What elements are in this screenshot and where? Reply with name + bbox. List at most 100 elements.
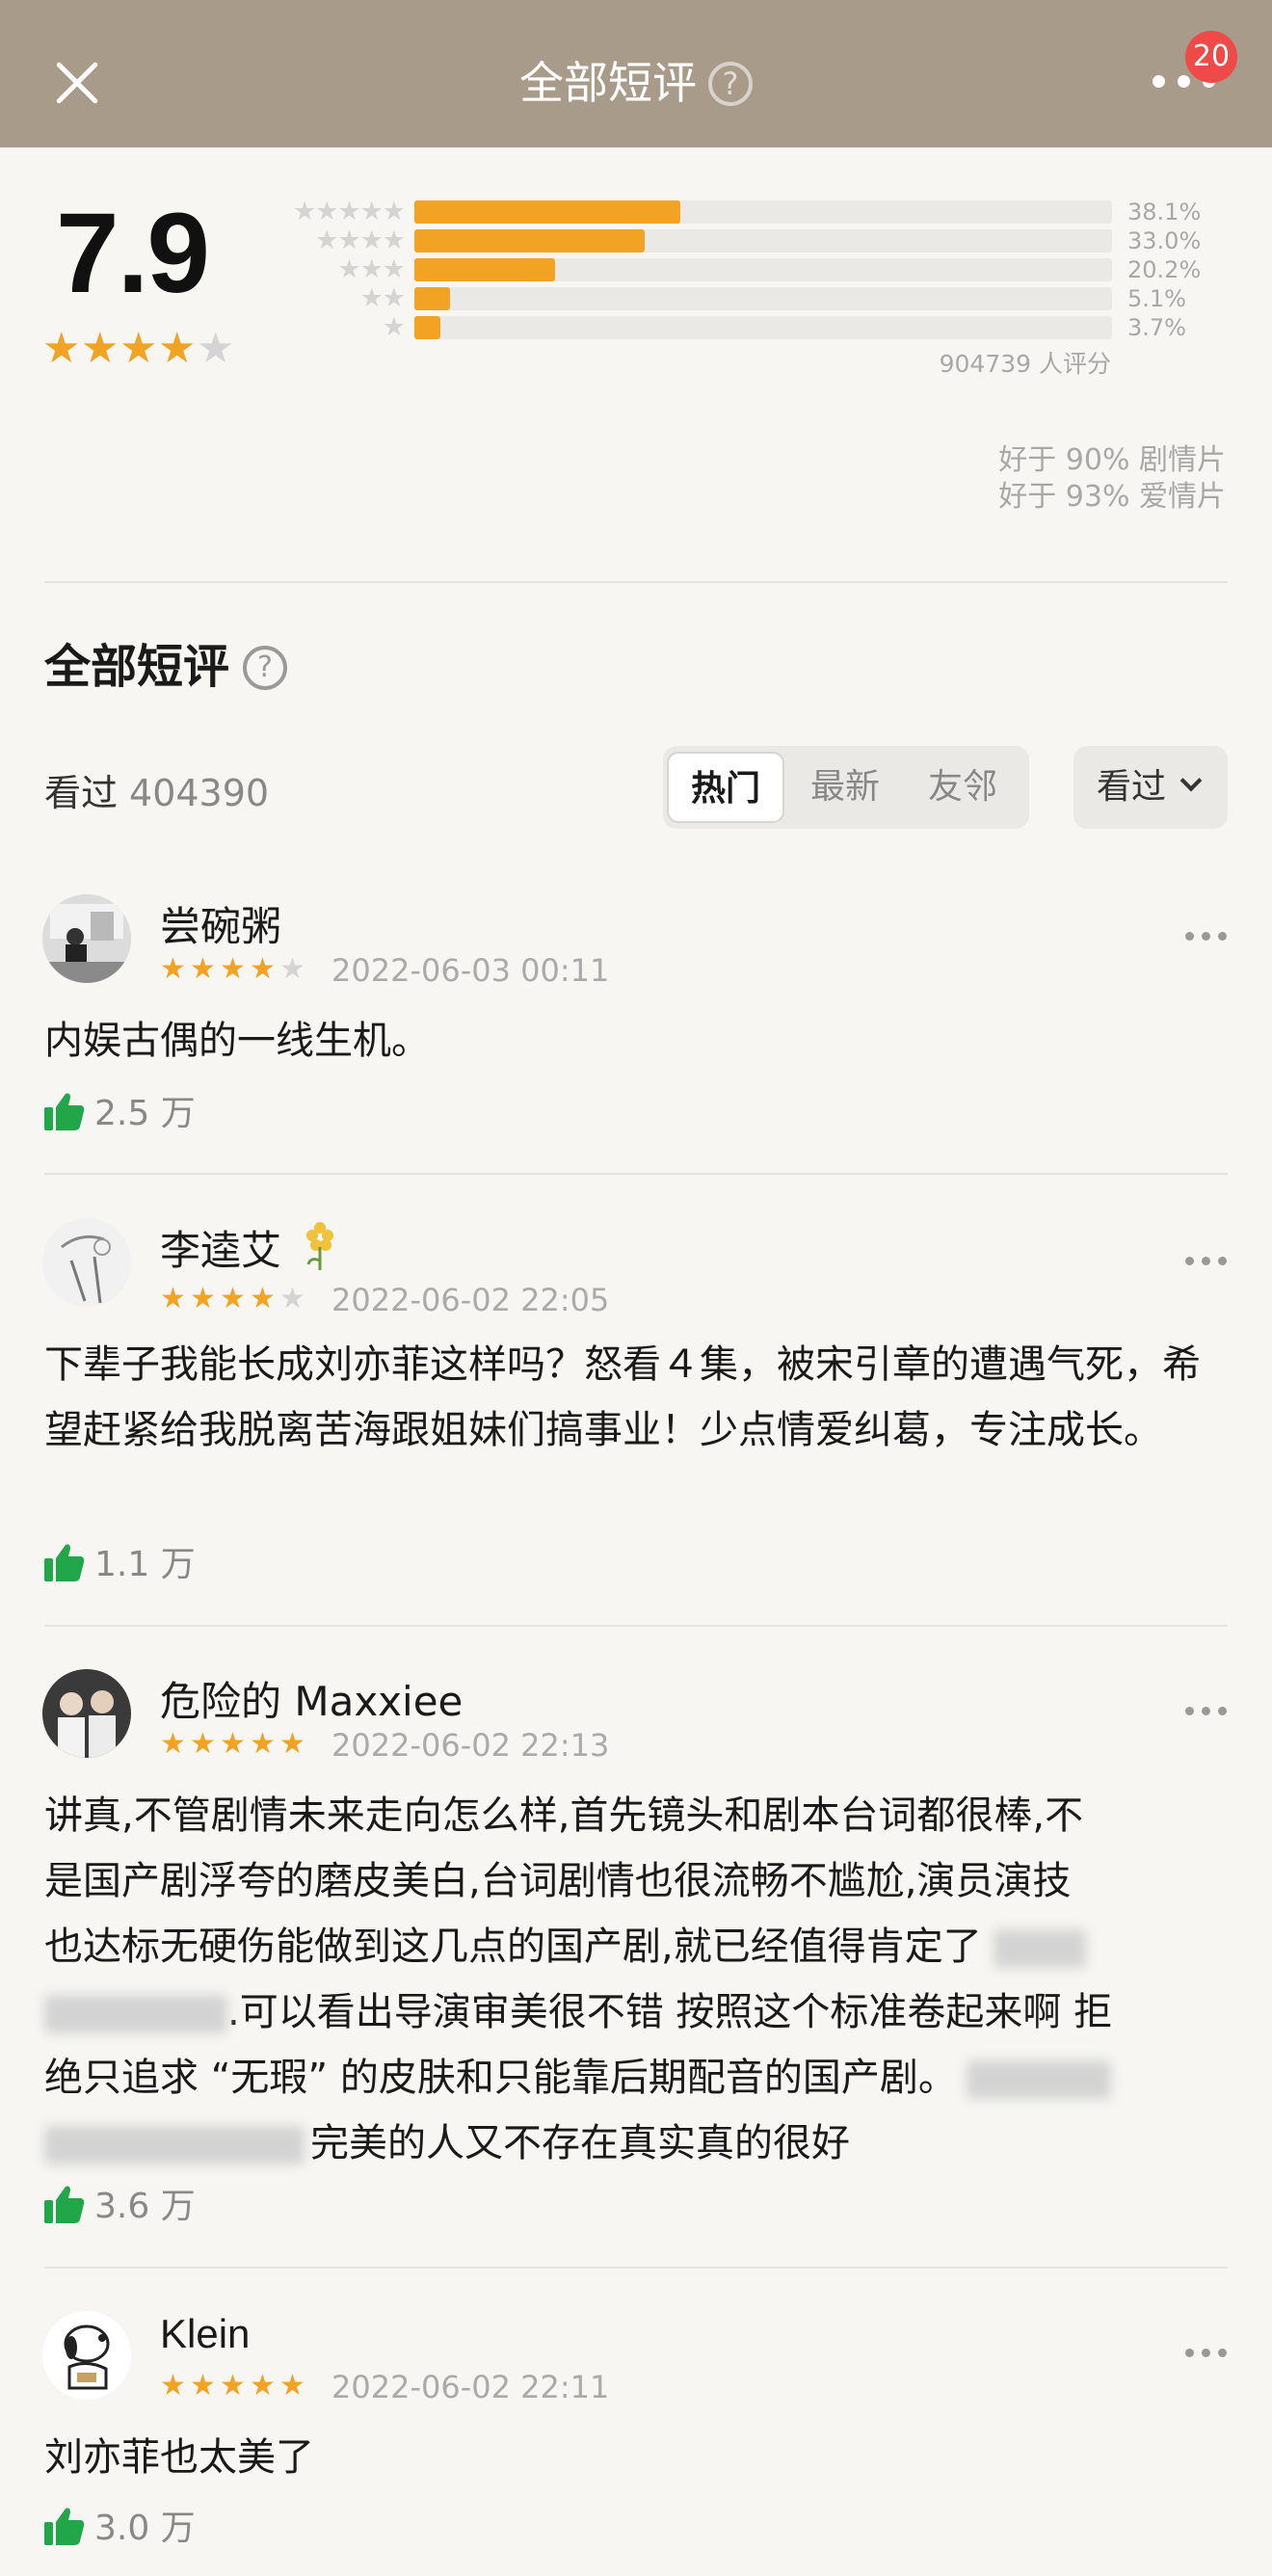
redacted-text bbox=[966, 2060, 1111, 2099]
notification-badge: 20 bbox=[1185, 31, 1237, 83]
comment-line: 是国产剧浮夸的磨皮美白,台词剧情也很流畅不尴尬,演员演技 bbox=[44, 1859, 1072, 1903]
like-button[interactable]: 1.1 万 bbox=[44, 1536, 196, 1586]
divider bbox=[44, 2267, 1228, 2269]
star-empty-icon: ★ bbox=[197, 324, 235, 373]
distribution-stars: ★★★ bbox=[337, 254, 406, 284]
like-count: 2.5 万 bbox=[94, 1094, 196, 1133]
comment-line: 讲真,不管剧情未来走向怎么样,首先镜头和剧本台词都很棒,不 bbox=[44, 1793, 1084, 1838]
distribution-bar-track bbox=[414, 229, 1112, 252]
redacted-text bbox=[44, 2126, 305, 2164]
more-options-icon[interactable] bbox=[1185, 1257, 1228, 1266]
divider bbox=[44, 581, 1228, 583]
distribution-percent: 3.7% bbox=[1127, 314, 1186, 341]
tab-latest[interactable]: 最新 bbox=[786, 752, 904, 823]
thumbs-up-icon bbox=[44, 1544, 85, 1581]
comment-stars: ★ ★ ★ ★ ★ bbox=[160, 952, 305, 986]
distribution-percent: 20.2% bbox=[1127, 256, 1202, 283]
better-than-romance: 好于 93% 爱情片 bbox=[998, 480, 1226, 514]
comment-date: 2022-06-02 22:11 bbox=[331, 2369, 610, 2405]
distribution-percent: 33.0% bbox=[1127, 227, 1202, 254]
thumbs-up-icon bbox=[44, 1093, 85, 1130]
star-icon: ★ bbox=[119, 324, 158, 373]
username[interactable]: 危险的 Maxxiee bbox=[160, 1669, 463, 1728]
distribution-bar-fill bbox=[414, 287, 450, 310]
rating-score: 7.9 bbox=[56, 190, 210, 317]
rating-stars: ★★★★★ bbox=[42, 328, 235, 370]
avatar[interactable] bbox=[42, 2311, 131, 2400]
top-bar: 全部短评? 20 bbox=[0, 0, 1272, 147]
distribution-bar-track bbox=[414, 316, 1112, 339]
avatar[interactable] bbox=[42, 894, 131, 983]
comment-line: 也达标无硬伤能做到这几点的国产剧,就已经值得肯定了 bbox=[44, 1914, 1226, 1979]
username[interactable]: 李逵艾 bbox=[160, 1218, 341, 1277]
distribution-row: ★ 3.7% bbox=[260, 312, 1224, 342]
like-button[interactable]: 3.0 万 bbox=[44, 2500, 196, 2550]
comment-date: 2022-06-03 00:11 bbox=[331, 952, 610, 989]
thumbs-up-icon bbox=[44, 2508, 85, 2545]
more-options-icon[interactable] bbox=[1185, 932, 1228, 942]
comment-text: 讲真,不管剧情未来走向怎么样,首先镜头和剧本台词都很棒,不 是国产剧浮夸的磨皮美… bbox=[44, 1783, 1226, 2176]
page-title: 全部短评? bbox=[0, 54, 1272, 112]
distribution-bar-fill bbox=[414, 229, 645, 252]
distribution-bar-fill bbox=[414, 200, 680, 224]
distribution-percent: 5.1% bbox=[1127, 285, 1186, 312]
distribution-row: ★★★ 20.2% bbox=[260, 254, 1224, 284]
distribution-bar-fill bbox=[414, 316, 440, 339]
like-count: 1.1 万 bbox=[94, 1545, 196, 1584]
watched-count: 看过 404390 bbox=[44, 763, 269, 816]
username-text: 李逵艾 bbox=[160, 1227, 282, 1274]
thumbs-up-icon bbox=[44, 2186, 85, 2223]
flower-icon bbox=[306, 1222, 334, 1270]
page-title-text: 全部短评 bbox=[519, 57, 697, 109]
comment-stars: ★ ★ ★ ★ ★ bbox=[160, 1727, 305, 1761]
distribution-stars: ★★★★ bbox=[315, 226, 406, 255]
distribution-bar-track bbox=[414, 200, 1112, 224]
tab-friends[interactable]: 友邻 bbox=[904, 752, 1021, 823]
comment-text: 内娱古偶的一线生机。 bbox=[44, 1019, 430, 1063]
chevron-down-icon bbox=[1179, 769, 1203, 792]
distribution-row: ★★ 5.1% bbox=[260, 283, 1224, 313]
watched-number: 404390 bbox=[129, 772, 270, 814]
distribution-stars: ★ bbox=[382, 312, 406, 342]
distribution-stars: ★★★★★ bbox=[292, 197, 406, 226]
star-icon: ★ bbox=[158, 324, 197, 373]
redacted-text bbox=[994, 1929, 1087, 1968]
comment-date: 2022-06-02 22:05 bbox=[331, 1282, 610, 1318]
comment-line: 完美的人又不存在真实真的很好 bbox=[44, 2111, 1226, 2176]
avatar[interactable] bbox=[42, 1669, 131, 1758]
comment-date: 2022-06-02 22:13 bbox=[331, 1727, 610, 1764]
distribution-row: ★★★★★ 38.1% bbox=[260, 197, 1224, 226]
comment-stars: ★ ★ ★ ★ ★ bbox=[160, 2369, 305, 2403]
avatar[interactable] bbox=[42, 1218, 131, 1307]
like-count: 3.6 万 bbox=[94, 2187, 196, 2226]
distribution-percent: 38.1% bbox=[1127, 199, 1202, 226]
question-circle-icon[interactable]: ? bbox=[243, 646, 288, 690]
like-count: 3.0 万 bbox=[94, 2509, 196, 2548]
distribution-bar-fill bbox=[414, 258, 556, 281]
like-button[interactable]: 2.5 万 bbox=[44, 1085, 196, 1135]
distribution-row: ★★★★ 33.0% bbox=[260, 226, 1224, 255]
divider bbox=[44, 1173, 1228, 1175]
distribution-bar-track bbox=[414, 258, 1112, 281]
like-button[interactable]: 3.6 万 bbox=[44, 2178, 196, 2228]
distribution-bar-track bbox=[414, 287, 1112, 310]
section-title-text: 全部短评 bbox=[44, 640, 230, 694]
comment-stars: ★ ★ ★ ★ ★ bbox=[160, 1282, 305, 1315]
question-circle-icon[interactable]: ? bbox=[708, 62, 753, 106]
username[interactable]: 尝碗粥 bbox=[160, 894, 281, 953]
rating-count: 904739 人评分 bbox=[939, 350, 1111, 378]
comment-line: .可以看出导演审美很不错 按照这个标准卷起来啊 拒 bbox=[44, 1979, 1226, 2045]
more-options-icon[interactable] bbox=[1185, 2349, 1228, 2358]
more-options-icon[interactable] bbox=[1185, 1707, 1228, 1716]
watched-label: 看过 bbox=[44, 772, 119, 814]
section-title: 全部短评? bbox=[44, 636, 288, 698]
distribution-stars: ★★ bbox=[359, 283, 406, 313]
tab-hot[interactable]: 热门 bbox=[667, 752, 784, 823]
comment-line: 绝只追求 “无瑕” 的皮肤和只能靠后期配音的国产剧。 bbox=[44, 2045, 1226, 2111]
sort-tabs: 热门 最新 友邻 bbox=[663, 746, 1029, 829]
username[interactable]: Klein bbox=[160, 2311, 250, 2357]
filter-label: 看过 bbox=[1097, 767, 1167, 807]
filter-dropdown[interactable]: 看过 bbox=[1073, 746, 1228, 829]
star-icon: ★ bbox=[42, 324, 81, 373]
redacted-text bbox=[44, 1995, 227, 2033]
